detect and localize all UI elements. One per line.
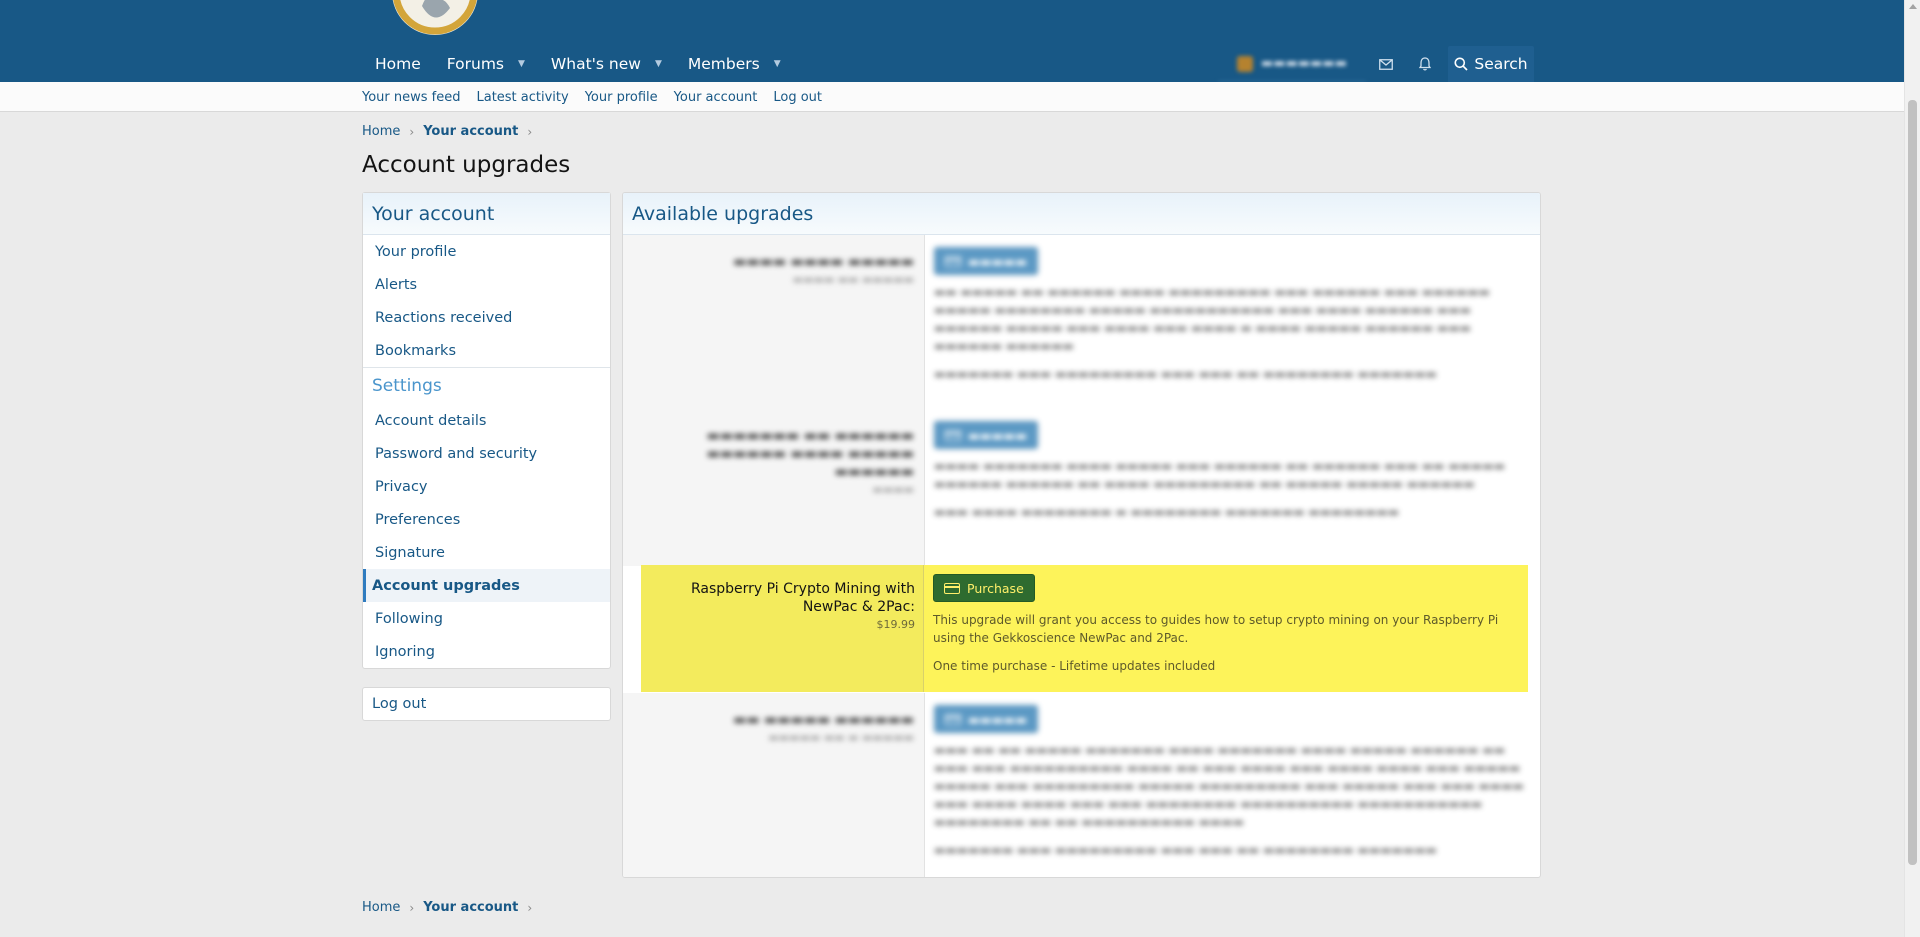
sidebar-item-signature[interactable]: Signature [363, 536, 610, 569]
chevron-down-icon[interactable]: ▼ [774, 59, 781, 69]
nav-forums-label: Forums [446, 55, 504, 73]
chevron-right-icon: › [527, 900, 533, 915]
purchase-button[interactable]: Purchase [933, 574, 1035, 602]
upgrade-title: Raspberry Pi Crypto Mining with NewPac &… [690, 581, 915, 615]
redacted-upgrade-note: ▬▬▬▬▬▬▬ ▬▬▬ ▬▬▬▬▬▬▬▬▬ ▬▬▬ ▬▬▬ ▬▬ ▬▬▬▬▬▬▬… [934, 843, 1437, 857]
main-nav: Home Forums ▼ What's new ▼ Members ▼ [362, 46, 794, 82]
nav-whats-new[interactable]: What's new ▼ [538, 46, 675, 82]
sidebar-item-account-upgrades[interactable]: Account upgrades [363, 569, 610, 602]
upgrade-note: One time purchase - Lifetime updates inc… [933, 659, 1216, 673]
vertical-scrollbar[interactable] [1904, 0, 1920, 937]
upgrade-description: This upgrade will grant you access to gu… [933, 613, 1499, 645]
logo-image[interactable] [388, 0, 482, 36]
redacted-upgrade-price: ▬▬▬▬ ▬▬ ▬▬▬▬▬ [792, 273, 914, 286]
breadcrumb-your-account[interactable]: Your account [423, 124, 518, 139]
site-header: Home Forums ▼ What's new ▼ Members ▼ ▬▬▬▬▬▬… [0, 0, 1904, 82]
chevron-down-icon[interactable]: ▼ [655, 59, 662, 69]
sidebar-item-ignoring[interactable]: Ignoring [363, 635, 610, 668]
upgrade-row-highlighted: Raspberry Pi Crypto Mining with NewPac &… [641, 565, 1528, 692]
sidebar-settings-heading: Settings [363, 367, 610, 404]
search-label: Search [1474, 55, 1528, 73]
breadcrumb-home[interactable]: Home [362, 124, 400, 139]
upgrade-row-redacted: ▬▬ ▬▬▬▬▬ ▬▬▬▬▬▬ ▬▬▬▬▬ ▬▬ ▬ ▬▬▬▬▬ ▬▬▬▬▬ ▬… [623, 693, 1540, 877]
page-title: Account upgrades [362, 152, 571, 178]
purchase-label: Purchase [967, 580, 1024, 596]
sidebar-item-alerts[interactable]: Alerts [363, 268, 610, 301]
sidebar-item-password-security[interactable]: Password and security [363, 437, 610, 470]
chevron-right-icon: › [527, 124, 533, 139]
avatar [1237, 55, 1253, 72]
nav-home-label: Home [375, 55, 421, 73]
sidebar-item-preferences[interactable]: Preferences [363, 503, 610, 536]
redacted-upgrade-description: ▬▬ ▬▬▬▬▬ ▬▬ ▬▬▬▬▬▬ ▬▬▬▬ ▬▬▬▬▬▬▬▬▬ ▬▬▬ ▬▬… [934, 285, 1490, 353]
username-redacted: ▬▬▬▬▬▬▬ [1261, 56, 1347, 71]
search-button[interactable]: Search [1448, 46, 1534, 82]
nav-whats-new-label: What's new [550, 55, 641, 73]
chevron-right-icon: › [409, 124, 415, 139]
sidebar-item-account-details[interactable]: Account details [363, 404, 610, 437]
sidebar-item-bookmarks[interactable]: Bookmarks [363, 334, 610, 367]
credit-card-icon [945, 429, 961, 441]
scrollbar-thumb[interactable] [1908, 100, 1917, 865]
breadcrumb: Home › Your account › [362, 124, 541, 139]
sidebar-logout[interactable]: Log out [362, 687, 611, 721]
purchase-button[interactable]: ▬▬▬▬▬ [934, 247, 1039, 275]
breadcrumb-your-account[interactable]: Your account [423, 900, 518, 915]
nav-members[interactable]: Members ▼ [675, 46, 794, 82]
sidebar-title[interactable]: Your account [363, 193, 610, 235]
nav-home[interactable]: Home [362, 46, 434, 82]
account-sidebar: Your account Your profile Alerts Reactio… [362, 192, 611, 669]
upgrade-row-redacted: ▬▬▬▬ ▬▬▬▬ ▬▬▬▬▬ ▬▬▬▬ ▬▬ ▬▬▬▬▬ ▬▬▬▬▬ ▬▬ ▬… [623, 235, 1540, 405]
subnav-news-feed[interactable]: Your news feed [362, 90, 460, 105]
sidebar-item-following[interactable]: Following [363, 602, 610, 635]
scroll-up-arrow-icon[interactable] [1909, 4, 1917, 9]
subnav-your-profile[interactable]: Your profile [585, 90, 658, 105]
credit-card-icon [944, 582, 960, 594]
credit-card-icon [945, 255, 961, 267]
redacted-upgrade-note: ▬▬▬▬▬▬▬ ▬▬▬ ▬▬▬▬▬▬▬▬▬ ▬▬▬ ▬▬▬ ▬▬ ▬▬▬▬▬▬▬… [934, 367, 1437, 381]
sidebar-item-your-profile[interactable]: Your profile [363, 235, 610, 268]
sidebar-item-reactions-received[interactable]: Reactions received [363, 301, 610, 334]
redacted-upgrade-price: ▬▬▬▬ [872, 483, 914, 496]
search-icon [1454, 57, 1468, 71]
subnav-log-out[interactable]: Log out [773, 90, 822, 105]
nav-forums[interactable]: Forums ▼ [434, 46, 538, 82]
chevron-down-icon[interactable]: ▼ [518, 59, 525, 69]
breadcrumb-home[interactable]: Home [362, 900, 400, 915]
bell-icon[interactable] [1405, 46, 1444, 82]
upgrade-price: $19.99 [876, 618, 916, 631]
upgrades-title: Available upgrades [623, 193, 1540, 235]
account-menu-button[interactable]: ▬▬▬▬▬▬▬ [1218, 46, 1366, 82]
mail-icon[interactable] [1366, 46, 1405, 82]
available-upgrades-panel: Available upgrades ▬▬▬▬ ▬▬▬▬ ▬▬▬▬▬ ▬▬▬▬ … [622, 192, 1541, 878]
subnav-latest-activity[interactable]: Latest activity [476, 90, 568, 105]
upgrade-row-redacted: ▬▬▬▬▬▬▬ ▬▬ ▬▬▬▬▬▬ ▬▬▬▬▬▬ ▬▬▬▬ ▬▬▬▬▬ ▬▬▬▬… [623, 405, 1540, 566]
chevron-right-icon: › [409, 900, 415, 915]
subnav-your-account[interactable]: Your account [674, 90, 758, 105]
breadcrumb-bottom: Home › Your account › [362, 900, 541, 915]
sidebar-item-privacy[interactable]: Privacy [363, 470, 610, 503]
credit-card-icon [945, 713, 961, 725]
purchase-button[interactable]: ▬▬▬▬▬ [934, 421, 1039, 449]
redacted-upgrade-description: ▬▬▬ ▬▬ ▬▬ ▬▬▬▬▬ ▬▬▬▬▬▬▬ ▬▬▬▬ ▬▬▬▬▬▬▬ ▬▬▬… [934, 743, 1524, 829]
header-user-area: ▬▬▬▬▬▬▬ Search [1218, 46, 1534, 82]
redacted-upgrade-title: ▬▬▬▬ ▬▬▬▬ ▬▬▬▬▬ [733, 254, 914, 270]
redacted-upgrade-title: ▬▬▬▬▬▬▬ ▬▬ ▬▬▬▬▬▬ ▬▬▬▬▬▬ ▬▬▬▬ ▬▬▬▬▬ ▬▬▬▬… [706, 428, 914, 480]
nav-members-label: Members [687, 55, 760, 73]
redacted-upgrade-description: ▬▬▬▬ ▬▬▬▬▬▬▬ ▬▬▬▬ ▬▬▬▬▬ ▬▬▬ ▬▬▬▬▬▬ ▬▬ ▬▬… [934, 459, 1506, 491]
redacted-upgrade-price: ▬▬▬▬▬ ▬▬ ▬ ▬▬▬▬▬ [768, 731, 914, 744]
redacted-upgrade-title: ▬▬ ▬▬▬▬▬ ▬▬▬▬▬▬ [733, 712, 914, 728]
purchase-button[interactable]: ▬▬▬▬▬ [934, 705, 1039, 733]
redacted-upgrade-note: ▬▬▬ ▬▬▬▬ ▬▬▬▬▬▬▬▬ ▬ ▬▬▬▬▬▬▬▬ ▬▬▬▬▬▬▬ ▬▬▬… [934, 505, 1400, 519]
sub-nav: Your news feed Latest activity Your prof… [0, 82, 1904, 112]
